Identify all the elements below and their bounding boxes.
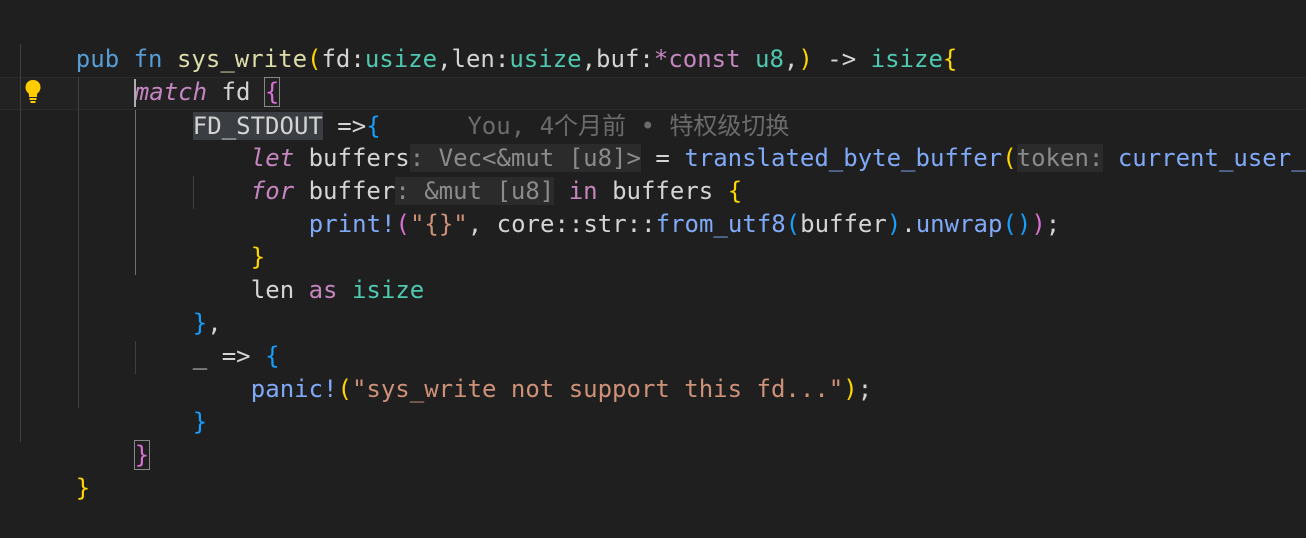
paren: ): [843, 375, 858, 403]
code-line-5[interactable]: for buffer: &mut [u8] in buffers {: [193, 142, 742, 205]
argument: buffer: [800, 210, 887, 238]
paren: ): [1031, 210, 1046, 238]
paren: ): [798, 45, 813, 73]
code-line-3[interactable]: FD_STDOUT =>{ You, 4个月前 • 特权级切换: [135, 77, 789, 140]
comma: ,: [467, 210, 483, 238]
code-line-9[interactable]: },: [135, 274, 222, 337]
code-line-10[interactable]: _ => {: [135, 307, 280, 370]
arrow: ->: [827, 45, 857, 73]
comma: ,: [437, 45, 452, 73]
macro-call: print!: [308, 210, 396, 238]
code-line-8[interactable]: len as isize: [193, 241, 424, 304]
type: isize: [870, 45, 943, 73]
code-line-2[interactable]: match fd {: [77, 43, 281, 107]
inlay-param-hint: token:: [1016, 144, 1104, 172]
type: u8: [755, 45, 784, 73]
code-line-12[interactable]: }: [135, 373, 207, 436]
param: fd: [321, 45, 351, 73]
identifier: len: [250, 276, 295, 304]
string-literal: "sys_write not support this fd...": [351, 375, 844, 403]
type: usize: [364, 45, 438, 73]
paren: (: [1002, 144, 1017, 172]
code-editor[interactable]: pub fn sys_write(fd:usize,len:usize,buf:…: [0, 0, 1306, 502]
colon: :: [350, 45, 365, 73]
brace-matched: }: [133, 440, 151, 470]
code-line-7[interactable]: }: [193, 208, 265, 271]
method-call: unwrap: [915, 210, 1003, 238]
pointer: *: [653, 45, 669, 73]
paren: ): [886, 210, 902, 238]
dot: .: [901, 210, 916, 238]
path-sep: ::: [626, 210, 656, 238]
code-line-1[interactable]: pub fn sys_write(fd:usize,len:usize,buf:…: [18, 10, 958, 73]
brace: {: [942, 45, 958, 73]
code-line-11[interactable]: panic!("sys_write not support this fd...…: [193, 340, 872, 403]
brace: }: [192, 408, 208, 436]
module: str: [583, 210, 627, 238]
paren: (: [337, 375, 352, 403]
module: core: [496, 210, 555, 238]
param: buf: [596, 45, 640, 73]
text-cursor: [134, 79, 136, 107]
path-sep: ::: [554, 210, 584, 238]
paren: (: [307, 45, 322, 73]
type: usize: [509, 45, 582, 73]
comma: ,: [783, 45, 799, 73]
code-line-14[interactable]: }: [18, 439, 90, 502]
function-call: from_utf8: [655, 210, 786, 238]
code-line-4[interactable]: let buffers: Vec<&mut [u8]> = translated…: [193, 109, 1306, 172]
colon: :: [639, 45, 654, 73]
paren: (: [395, 210, 410, 238]
keyword-const: const: [668, 45, 741, 73]
param: len: [451, 45, 495, 73]
keyword-as: as: [308, 276, 338, 304]
semicolon: ;: [857, 375, 873, 403]
macro-call: panic!: [250, 375, 338, 403]
brace: }: [75, 474, 91, 502]
type: isize: [351, 276, 425, 304]
colon: :: [494, 45, 510, 73]
code-line-6[interactable]: print!("{}", core::str::from_utf8(buffer…: [251, 175, 1060, 238]
semicolon: ;: [1045, 210, 1061, 238]
string-literal: "{}": [409, 210, 468, 238]
paren: (: [785, 210, 801, 238]
paren: (): [1002, 210, 1032, 238]
comma: ,: [581, 45, 597, 73]
argument: current_user_toke: [1117, 144, 1306, 172]
code-line-13[interactable]: }: [77, 406, 151, 470]
